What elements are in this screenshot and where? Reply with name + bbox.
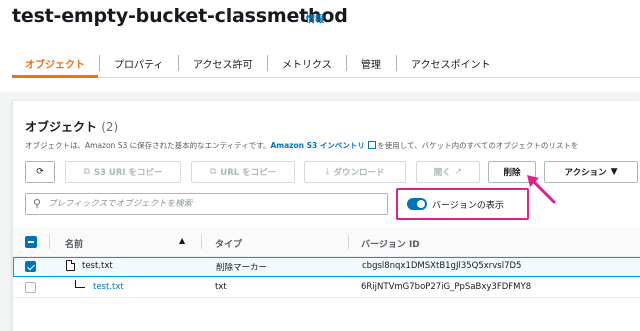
download-button[interactable]: ⤓ ダウンロード: [304, 161, 406, 183]
table-row[interactable]: test.txt 削除マーカー cbgsl8nqx1DMSXtB1gJl35Q5…: [13, 257, 640, 277]
download-label: ダウンロード: [333, 168, 385, 178]
open-button[interactable]: 開く ↗: [416, 161, 480, 183]
table-header: 名前 ▲ タイプ バージョン ID: [13, 227, 640, 257]
panel-title: オブジェクト (2): [25, 118, 118, 135]
tab-divider: [396, 55, 397, 71]
panel-description: オブジェクトは、Amazon S3 に保存された基本的なエンティティです。Ama…: [25, 140, 639, 151]
object-count: (2): [101, 120, 119, 134]
version-id: cbgsl8nqx1DMSXtB1gJl35Q5xrvsl7D5: [362, 261, 522, 271]
object-name: test.txt: [82, 261, 113, 271]
version-id: 6RijNTVmG7boP27iG_PpSaBxy3FDFMY8: [361, 282, 532, 292]
sort-ascending-icon[interactable]: ▲: [179, 236, 185, 245]
show-versions-toggle[interactable]: [407, 198, 427, 210]
open-label: 開く: [433, 168, 451, 178]
copy-url-label: URL をコピー: [220, 168, 277, 178]
description-text: オブジェクトは、Amazon S3 に保存された基本的なエンティティです。: [25, 141, 271, 150]
tab-management[interactable]: 管理: [361, 56, 381, 71]
object-name-link[interactable]: test.txt: [93, 282, 124, 292]
inventory-link[interactable]: Amazon S3 インベントリ: [270, 141, 364, 150]
file-icon: [66, 260, 75, 271]
column-divider: [49, 235, 50, 249]
copy-s3-uri-label: S3 URI をコピー: [93, 168, 163, 178]
tab-metrics[interactable]: メトリクス: [282, 56, 332, 71]
column-divider: [201, 235, 202, 249]
copy-icon: ⧉: [83, 167, 90, 177]
column-header-type[interactable]: タイプ: [215, 237, 242, 250]
copy-url-button[interactable]: ⧉ URL をコピー: [191, 161, 295, 183]
search-icon: ⚲: [33, 197, 42, 210]
delete-label: 削除: [503, 168, 521, 178]
tab-divider: [99, 55, 100, 71]
select-all-checkbox[interactable]: [25, 236, 37, 248]
tab-properties[interactable]: プロパティ: [114, 56, 163, 71]
column-header-name[interactable]: 名前: [65, 237, 83, 250]
external-link-icon: [368, 141, 377, 149]
external-link-icon: ↗: [454, 167, 463, 177]
description-text-rest: を使用して、バケット内のすべてのオブジェクトのリストを: [377, 141, 579, 150]
page-header: test-empty-bucket-classmethod 情報: [0, 0, 640, 40]
actions-label: アクション: [564, 168, 607, 178]
tab-divider: [346, 55, 347, 71]
bucket-title: test-empty-bucket-classmethod: [12, 5, 348, 27]
column-header-version-id[interactable]: バージョン ID: [361, 237, 420, 250]
refresh-icon: ⟳: [36, 167, 44, 177]
refresh-button[interactable]: ⟳: [25, 161, 55, 183]
version-branch-icon: [75, 280, 85, 288]
table-row[interactable]: test.txt txt 6RijNTVmG7boP27iG_PpSaBxy3F…: [13, 278, 640, 298]
tab-bar: オブジェクト プロパティ アクセス許可 メトリクス 管理 アクセスポイント: [12, 48, 640, 78]
column-divider: [348, 235, 349, 249]
caret-down-icon: ▼: [610, 167, 618, 177]
active-tab-indicator: [12, 75, 98, 78]
copy-s3-uri-button[interactable]: ⧉ S3 URI をコピー: [65, 161, 181, 183]
tab-objects[interactable]: オブジェクト: [25, 56, 85, 71]
object-type: txt: [215, 282, 227, 292]
annotation-arrow: [527, 175, 556, 204]
tab-divider: [178, 55, 179, 71]
panel-title-text: オブジェクト: [25, 120, 98, 134]
object-type: 削除マーカー: [216, 263, 268, 273]
info-link[interactable]: 情報: [306, 12, 324, 25]
search-input[interactable]: [48, 195, 384, 213]
row-checkbox[interactable]: [25, 282, 36, 293]
download-icon: ⤓: [325, 167, 330, 177]
objects-panel: オブジェクト (2) オブジェクトは、Amazon S3 に保存された基本的なエ…: [12, 100, 640, 331]
toggle-knob: [417, 200, 425, 208]
tab-divider: [267, 55, 268, 71]
search-box: ⚲: [25, 193, 388, 215]
tab-access-points[interactable]: アクセスポイント: [411, 56, 491, 71]
copy-icon: ⧉: [209, 167, 217, 177]
actions-dropdown[interactable]: アクション ▼: [544, 161, 638, 183]
show-versions-label: バージョンの表示: [432, 201, 504, 211]
show-versions-toggle-group: バージョンの表示: [396, 188, 529, 220]
tab-permissions[interactable]: アクセス許可: [193, 56, 253, 71]
row-checkbox[interactable]: [25, 261, 36, 272]
